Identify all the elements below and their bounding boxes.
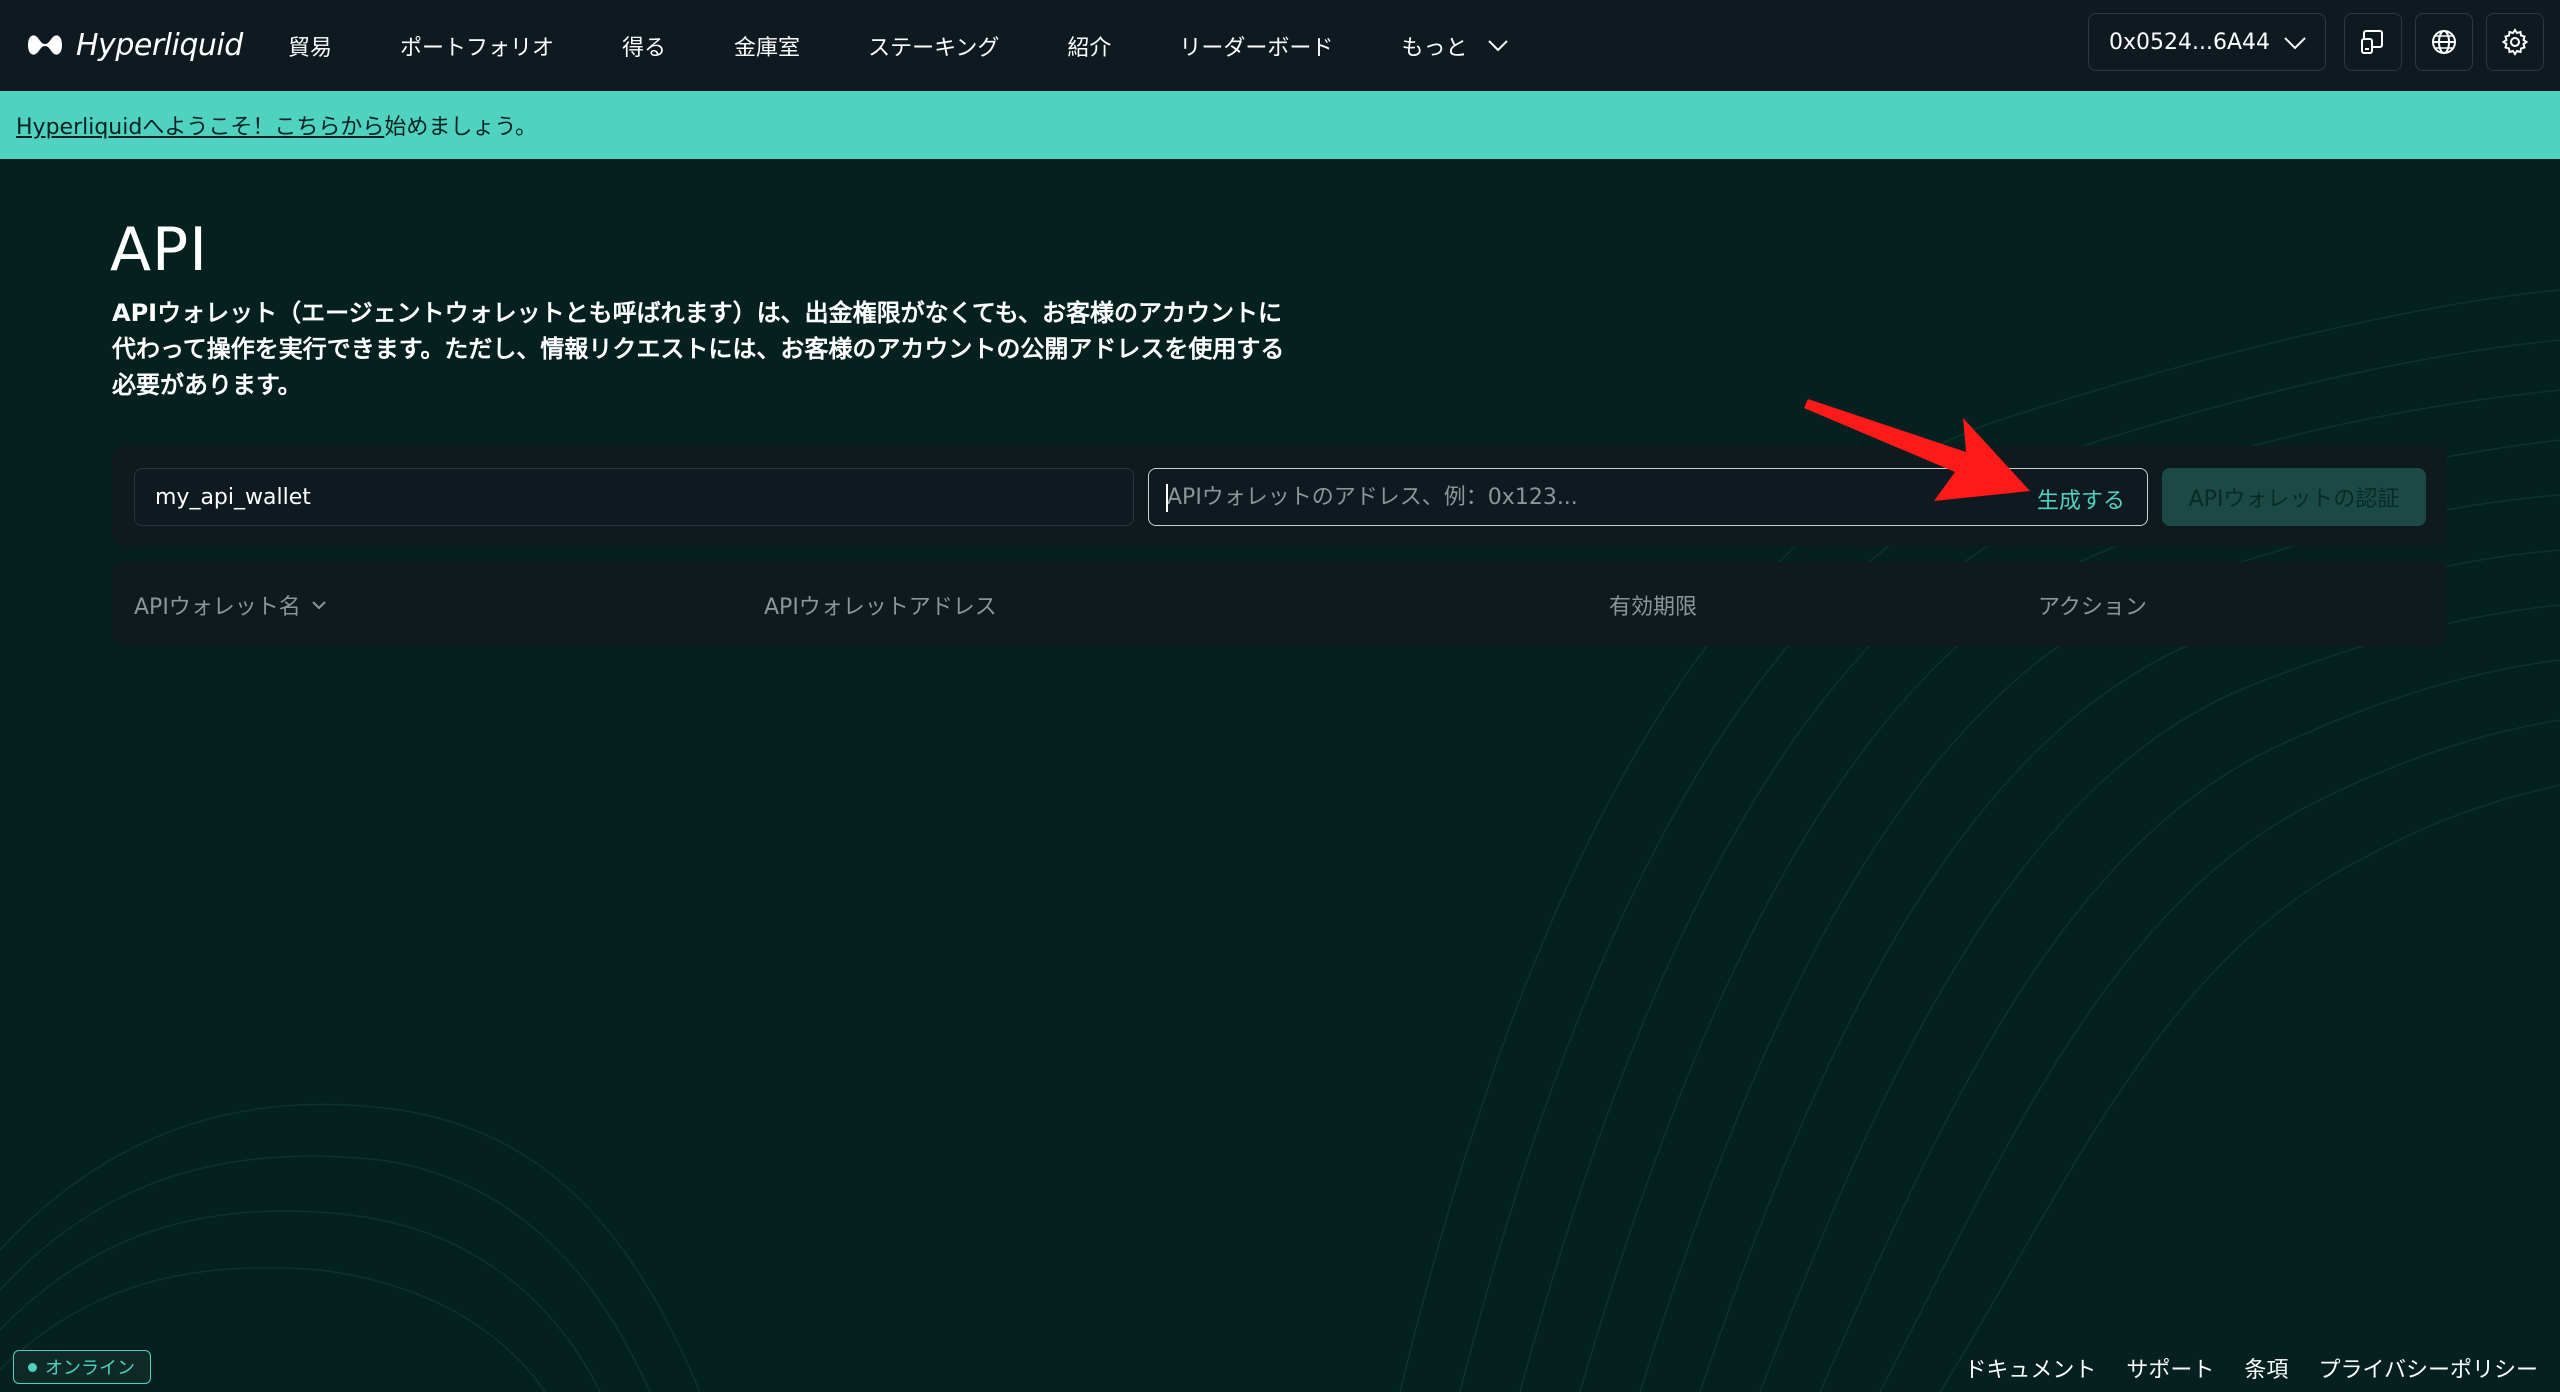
chevron-down-icon <box>1488 39 1509 51</box>
api-wallet-form: 生成する APIウォレットの認証 <box>112 446 2447 546</box>
main-nav: 貿易 ポートフォリオ 得る 金庫室 ステーキング 紹介 リーダーボード もっと <box>288 0 1577 91</box>
footer-link-privacy[interactable]: プライバシーポリシー <box>2318 1352 2538 1384</box>
page-description: APIウォレット（エージェントウォレットとも呼ばれます）は、出金権限がなくても、… <box>112 299 1285 399</box>
nav-item-earn[interactable]: 得る <box>622 30 666 62</box>
column-header-label: APIウォレット名 <box>134 595 301 620</box>
welcome-banner: Hyperliquidへようこそ！こちらから 始めましょう。 <box>0 91 2560 159</box>
mobile-app-button[interactable] <box>2344 13 2402 71</box>
welcome-banner-text: 始めましょう。 <box>384 115 538 140</box>
wallet-address: 0x0524...6A44 <box>2109 29 2271 55</box>
chevron-down-icon <box>2284 37 2306 50</box>
footer-link-docs[interactable]: ドキュメント <box>1964 1352 2096 1384</box>
column-header-expiry: 有効期限 <box>1609 595 1698 620</box>
hyperliquid-logo-icon <box>28 35 62 55</box>
nav-item-leaderboard[interactable]: リーダーボード <box>1179 30 1333 62</box>
authorize-api-wallet-button[interactable]: APIウォレットの認証 <box>2162 468 2426 526</box>
api-wallet-address-input[interactable] <box>1149 469 2009 525</box>
column-header-actions: アクション <box>2038 595 2147 620</box>
connection-status-badge: オンライン <box>13 1350 151 1384</box>
nav-item-portfolio[interactable]: ポートフォリオ <box>400 30 554 62</box>
settings-button[interactable] <box>2486 13 2544 71</box>
device-icon <box>2361 30 2383 54</box>
connection-status-text: オンライン <box>45 1358 135 1379</box>
chevron-down-icon <box>312 601 326 610</box>
nav-item-referrals[interactable]: 紹介 <box>1067 30 1111 62</box>
column-header-wallet-address: APIウォレットアドレス <box>764 595 997 620</box>
generate-button[interactable]: 生成する <box>2037 483 2125 515</box>
footer-link-terms[interactable]: 条項 <box>2244 1352 2288 1384</box>
nav-more-label: もっと <box>1401 35 1468 61</box>
wallet-address-button[interactable]: 0x0524...6A44 <box>2088 13 2326 71</box>
top-navigation-bar: Hyperliquid 貿易 ポートフォリオ 得る 金庫室 ステーキング 紹介 … <box>0 0 2560 91</box>
nav-item-trade[interactable]: 貿易 <box>288 30 332 62</box>
brand-logo[interactable]: Hyperliquid <box>24 20 243 70</box>
nav-item-more[interactable]: もっと <box>1401 30 1509 62</box>
main-content: API APIウォレット（エージェントウォレットとも呼ばれます）は、出金権限がな… <box>0 159 2560 1339</box>
nav-item-vaults[interactable]: 金庫室 <box>734 30 800 62</box>
globe-icon <box>2432 30 2456 54</box>
footer-links: ドキュメント サポート 条項 プライバシーポリシー <box>1934 1352 2538 1384</box>
brand-name: Hyperliquid <box>76 27 243 63</box>
api-wallet-address-field[interactable]: 生成する <box>1148 468 2148 526</box>
page-title: API <box>110 215 208 285</box>
footer-link-support[interactable]: サポート <box>2126 1352 2214 1384</box>
nav-item-staking[interactable]: ステーキング <box>868 30 999 62</box>
page: Hyperliquid 貿易 ポートフォリオ 得る 金庫室 ステーキング 紹介 … <box>0 0 2560 1392</box>
column-header-wallet-name[interactable]: APIウォレット名 <box>134 589 327 621</box>
gear-icon <box>2501 28 2529 56</box>
api-wallet-name-input[interactable] <box>134 468 1134 526</box>
api-wallet-table: APIウォレット名 APIウォレットアドレス 有効期限 アクション <box>112 562 2447 646</box>
status-dot-icon <box>28 1362 37 1372</box>
text-caret <box>1166 484 1168 512</box>
language-button[interactable] <box>2415 13 2473 71</box>
welcome-banner-link[interactable]: Hyperliquidへようこそ！こちらから <box>16 109 384 141</box>
